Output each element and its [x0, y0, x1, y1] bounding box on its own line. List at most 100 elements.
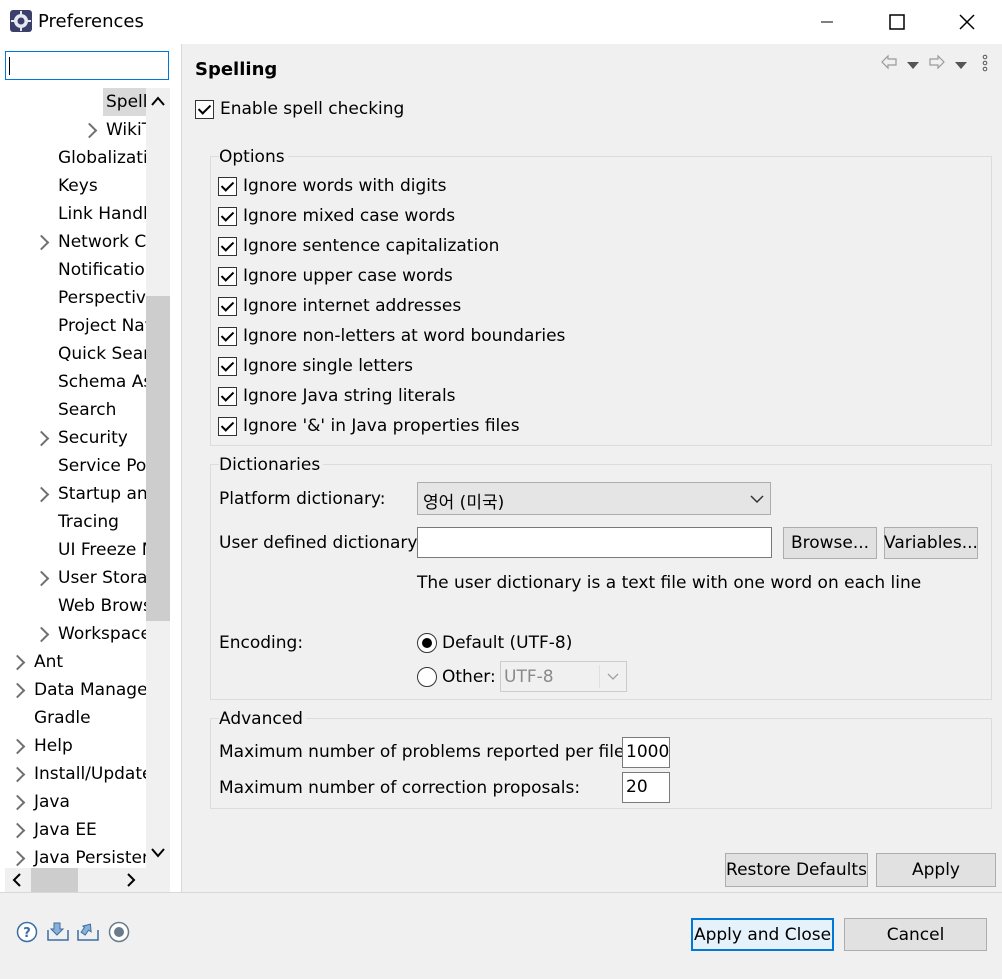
view-menu-kebab-icon[interactable]: [980, 54, 990, 77]
tree-item[interactable]: Link Handle: [58, 200, 146, 228]
tree-expand-chevron-icon[interactable]: [9, 738, 26, 755]
option-label: Ignore non-letters at word boundaries: [243, 326, 566, 346]
tree-expand-chevron-icon[interactable]: [9, 822, 26, 839]
tree-expand-chevron-icon[interactable]: [33, 570, 50, 587]
tree-item[interactable]: User Storag: [58, 564, 146, 592]
tree-expand-chevron-icon[interactable]: [9, 794, 26, 811]
variables-button[interactable]: Variables...: [884, 527, 978, 559]
tree-item[interactable]: Quick Sear: [58, 340, 146, 368]
scroll-left-arrow-icon[interactable]: [10, 872, 24, 893]
export-icon[interactable]: [76, 920, 100, 947]
cancel-button[interactable]: Cancel: [844, 918, 987, 951]
user-dictionary-note: The user dictionary is a text file with …: [417, 573, 922, 593]
option-checkbox[interactable]: [218, 357, 237, 376]
window-title: Preferences: [38, 11, 144, 32]
tree-item[interactable]: Data Managen: [34, 676, 146, 704]
tree-item[interactable]: Perspective: [58, 284, 146, 312]
restore-defaults-button[interactable]: Restore Defaults: [725, 853, 868, 887]
help-icon[interactable]: ?: [16, 921, 38, 948]
scroll-down-arrow-icon[interactable]: [150, 845, 166, 865]
tree-item[interactable]: Web Brows: [58, 592, 146, 620]
record-icon[interactable]: [108, 921, 130, 948]
other-encoding-label: Other:: [442, 667, 496, 687]
option-checkbox[interactable]: [218, 297, 237, 316]
tree-item[interactable]: Install/Update: [34, 760, 146, 788]
forward-menu-chevron-down-icon[interactable]: [954, 56, 968, 76]
tree-item[interactable]: WikiT: [106, 116, 146, 144]
tree-expand-chevron-icon[interactable]: [33, 626, 50, 643]
apply-and-close-button[interactable]: Apply and Close: [691, 918, 834, 951]
tree-item[interactable]: Java Persisten: [34, 844, 146, 868]
max-problems-input[interactable]: 1000: [622, 737, 670, 768]
maximize-icon: [889, 14, 905, 30]
option-checkbox[interactable]: [218, 177, 237, 196]
dictionaries-legend: Dictionaries: [219, 455, 324, 475]
browse-button[interactable]: Browse...: [783, 527, 877, 559]
back-menu-chevron-down-icon[interactable]: [906, 56, 920, 76]
other-encoding-value: UTF-8: [504, 667, 554, 687]
forward-arrow-icon[interactable]: [928, 54, 946, 75]
option-checkbox[interactable]: [218, 417, 237, 436]
tree-item[interactable]: Ant: [34, 648, 63, 676]
tree-item[interactable]: Security: [58, 424, 128, 452]
option-checkbox[interactable]: [218, 237, 237, 256]
tree-item[interactable]: UI Freeze M: [58, 536, 146, 564]
tree-item[interactable]: Notification: [58, 256, 146, 284]
close-button[interactable]: [932, 0, 1002, 44]
default-encoding-radio[interactable]: [417, 633, 437, 653]
max-proposals-label: Maximum number of correction proposals:: [219, 778, 581, 798]
tree-item[interactable]: Spell: [106, 88, 146, 116]
other-encoding-radio[interactable]: [417, 667, 437, 687]
tree-item[interactable]: Java: [34, 788, 70, 816]
back-arrow-icon[interactable]: [880, 54, 898, 75]
eclipse-app-icon: [9, 9, 33, 33]
option-label: Ignore upper case words: [243, 266, 453, 286]
option-label: Ignore '&' in Java properties files: [243, 416, 520, 436]
apply-button[interactable]: Apply: [876, 853, 996, 887]
platform-dictionary-select[interactable]: 영어 (미국): [417, 482, 771, 515]
maximize-button[interactable]: [862, 0, 932, 44]
tree-expand-chevron-icon[interactable]: [81, 122, 98, 139]
tree-horizontal-scroll-thumb[interactable]: [31, 868, 78, 892]
option-checkbox[interactable]: [218, 327, 237, 346]
tree-item[interactable]: Network C: [58, 228, 146, 256]
option-checkbox[interactable]: [218, 267, 237, 286]
other-encoding-combo[interactable]: UTF-8: [500, 661, 627, 692]
tree-expand-chevron-icon[interactable]: [9, 850, 26, 867]
tree-expand-chevron-icon[interactable]: [33, 234, 50, 251]
option-checkbox[interactable]: [218, 387, 237, 406]
tree-item[interactable]: Java EE: [34, 816, 97, 844]
tree-expand-chevron-icon[interactable]: [9, 766, 26, 783]
default-encoding-label: Default (UTF-8): [442, 633, 573, 653]
tree-expand-chevron-icon[interactable]: [33, 430, 50, 447]
tree-item[interactable]: Service Pol: [58, 452, 146, 480]
scroll-right-arrow-icon[interactable]: [124, 872, 138, 893]
scroll-up-arrow-icon[interactable]: [150, 93, 166, 113]
tree-item[interactable]: Keys: [58, 172, 98, 200]
tree-item[interactable]: Startup and: [58, 480, 146, 508]
tree-expand-chevron-icon[interactable]: [33, 486, 50, 503]
tree-item[interactable]: Schema As: [58, 368, 146, 396]
tree-item[interactable]: Search: [58, 396, 116, 424]
max-proposals-input[interactable]: 20: [622, 772, 670, 803]
enable-spell-checking-checkbox[interactable]: [195, 100, 214, 119]
enable-spell-checking-label: Enable spell checking: [220, 99, 405, 119]
option-checkbox[interactable]: [218, 207, 237, 226]
tree-item[interactable]: Tracing: [58, 508, 119, 536]
tree-expand-chevron-icon[interactable]: [9, 654, 26, 671]
tree-item[interactable]: Project Nat: [58, 312, 146, 340]
tree-item[interactable]: Gradle: [34, 704, 91, 732]
tree-item[interactable]: Workspace: [58, 620, 146, 648]
import-icon[interactable]: [46, 920, 70, 947]
tree-expand-chevron-icon[interactable]: [9, 682, 26, 699]
filter-input[interactable]: [5, 51, 169, 80]
minimize-icon: [821, 21, 833, 23]
user-dictionary-input[interactable]: [417, 527, 772, 558]
encoding-label: Encoding:: [219, 633, 304, 653]
tree-item[interactable]: Help: [34, 732, 73, 760]
tree-vertical-scroll-thumb[interactable]: [146, 296, 170, 621]
tree-item[interactable]: Globalizatio: [58, 144, 146, 172]
minimize-button[interactable]: [792, 0, 862, 44]
preference-tree[interactable]: SpellWikiTGlobalizatioKeysLink HandleNet…: [0, 88, 146, 868]
option-label: Ignore internet addresses: [243, 296, 462, 316]
